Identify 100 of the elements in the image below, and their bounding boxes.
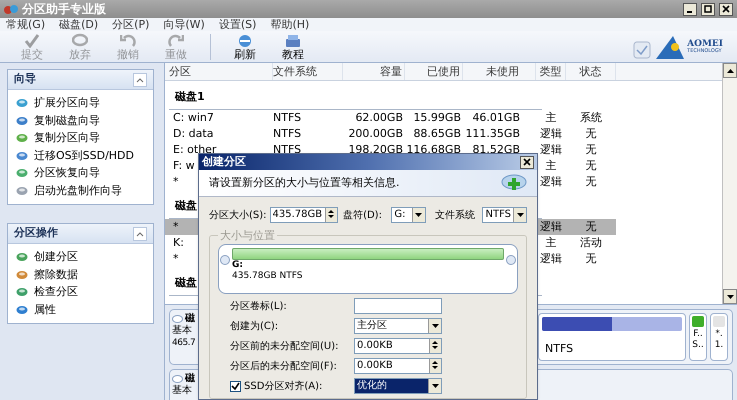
arrow-down-icon (430, 365, 440, 371)
disk-icon (172, 315, 183, 323)
table-cell: * (173, 175, 178, 188)
column-header[interactable]: 已使用 (405, 63, 463, 80)
toolbar-button[interactable]: 刷新 (221, 32, 269, 60)
logo-icon (655, 34, 686, 60)
arrow-up-icon (430, 359, 440, 365)
sidebar-item[interactable]: 启动光盘制作向导 (8, 182, 153, 199)
column-header[interactable]: 分区 (165, 63, 273, 80)
menu-item[interactable]: 设置(S) (218, 19, 256, 30)
disc-icon (16, 287, 28, 298)
collapse-button[interactable] (133, 226, 147, 240)
table-cell: 系统 (580, 111, 602, 124)
disk-title: 磁 (185, 373, 195, 384)
arrow-down-icon (726, 294, 734, 298)
table-cell: 逻辑 (540, 143, 562, 156)
menu-item[interactable]: 向导(W) (163, 19, 205, 30)
add-disc-icon (501, 173, 527, 193)
partition-block[interactable]: NTFS (538, 313, 686, 361)
partition-bar[interactable]: G: 435.78GB NTFS (218, 244, 518, 294)
table-cell: 主 (546, 111, 556, 124)
table-cell: 198.20GB (348, 143, 403, 156)
partition-size: 1. (714, 340, 724, 351)
table-cell: 无 (586, 127, 596, 140)
close-icon (722, 5, 730, 13)
column-header[interactable]: 文件系统 (273, 63, 343, 80)
resize-handle[interactable] (506, 255, 516, 265)
table-cell: 无 (586, 143, 596, 156)
toolbar-button[interactable]: 教程 (269, 32, 317, 60)
partition-label: *. (715, 329, 723, 340)
table-cell: * (173, 252, 178, 265)
disc-icon (16, 150, 28, 161)
table-cell: NTFS (273, 111, 302, 124)
field-label: 分区前的未分配空间(U): (230, 340, 338, 354)
chevron-up-icon (136, 76, 144, 82)
table-cell: 活动 (580, 236, 602, 249)
disk-label: 磁盘 (174, 198, 197, 214)
sidebar-item[interactable]: 复制磁盘向导 (8, 112, 153, 129)
undo-icon (120, 32, 136, 48)
partition-block[interactable]: F.. S.. (689, 313, 707, 361)
disc-icon (16, 252, 28, 262)
spin-field[interactable]: 0.00KB (354, 338, 442, 354)
table-cell: F: w (173, 159, 195, 172)
table-cell: NTFS (273, 143, 302, 156)
sidebar-item[interactable]: 属性 (8, 302, 153, 318)
sidebar-item[interactable]: 分区恢复向导 (8, 165, 153, 182)
text-field[interactable] (354, 298, 442, 314)
sidebar-item[interactable]: 擦除数据 (8, 266, 153, 283)
dropdown[interactable]: G: (391, 207, 426, 223)
field-label: 分区大小(S): (209, 208, 267, 222)
column-header[interactable]: 状态 (566, 63, 616, 80)
caret-icon (516, 213, 524, 217)
table-cell: 无 (586, 252, 596, 265)
minimize-button[interactable] (683, 2, 697, 16)
partition-label: F.. (693, 329, 703, 340)
scrollbar[interactable] (722, 63, 737, 304)
disc-icon (16, 186, 28, 196)
spin-field[interactable]: 435.78GB (270, 207, 338, 223)
close-button[interactable] (520, 156, 534, 168)
spin-field[interactable]: 0.00KB (354, 358, 442, 374)
arrow-up-icon (726, 68, 734, 72)
field-label: 分区卷标(L): (230, 300, 287, 314)
sidebar-item[interactable]: 扩展分区向导 (8, 95, 153, 112)
menu-item[interactable]: 磁盘(D) (59, 19, 98, 30)
close-button[interactable] (719, 2, 733, 16)
table-cell: 46.01GB (472, 111, 520, 124)
menu-item[interactable]: 分区(P) (112, 19, 150, 30)
maximize-icon (704, 5, 712, 13)
sidebar-item[interactable]: 检查分区 (8, 284, 153, 300)
table-cell: * (173, 220, 178, 233)
column-header[interactable]: 未使用 (463, 63, 536, 80)
partition-block[interactable]: *. 1. (710, 313, 728, 361)
table-cell: 200.00GB (348, 127, 403, 140)
partition-letter: G: (232, 260, 244, 271)
resize-handle[interactable] (220, 255, 230, 265)
table-cell: 无 (586, 175, 596, 188)
dropdown[interactable]: 优化的 (354, 378, 442, 394)
table-cell: NTFS (273, 127, 302, 140)
collapse-button[interactable] (133, 72, 147, 86)
dropdown[interactable]: 主分区 (354, 318, 442, 334)
sidebar-item[interactable]: 创建分区 (8, 249, 153, 266)
disk-label: 磁盘 (174, 274, 197, 290)
column-header[interactable]: 类型 (536, 63, 566, 80)
table-cell: 111.35GB (465, 127, 520, 140)
caret-icon (432, 384, 438, 388)
arrow-up-icon (326, 208, 336, 214)
checkbox[interactable] (230, 380, 241, 392)
caret-icon (432, 324, 438, 328)
maximize-button[interactable] (701, 2, 715, 16)
sidebar-item[interactable]: 复制分区向导 (8, 130, 153, 146)
sidebar-item[interactable]: 迁移OS到SSD/HDD (8, 148, 153, 164)
book-icon (285, 32, 301, 48)
column-header[interactable]: 容量 (343, 63, 405, 80)
partition-info: 435.78GB NTFS (232, 271, 304, 282)
arrow-down-icon (430, 345, 440, 351)
menu-item[interactable]: 常规(G) (6, 19, 46, 30)
menu-item[interactable]: 帮助(H) (270, 19, 310, 30)
disc-icon (16, 304, 28, 315)
dropdown[interactable]: NTFS (482, 207, 527, 223)
logo-text: AOMEI (687, 40, 723, 48)
